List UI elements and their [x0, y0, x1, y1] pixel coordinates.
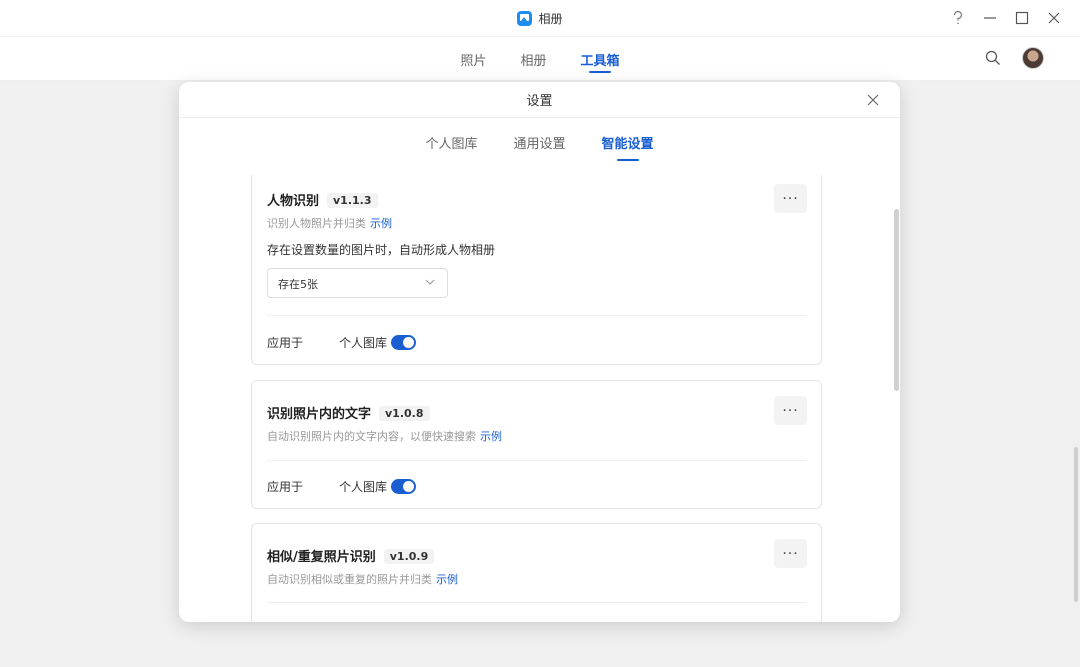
- card-title: 人物识别: [267, 194, 320, 209]
- library-toggle[interactable]: [391, 335, 417, 350]
- tab-smart-settings[interactable]: 智能设置: [602, 118, 654, 160]
- chevron-down-icon: [425, 277, 435, 287]
- help-icon[interactable]: [950, 8, 966, 28]
- minimize-icon[interactable]: [982, 8, 998, 28]
- card-description-text: 自动识别照片内的文字内容，以便快速搜索: [267, 430, 476, 443]
- card-header: 识别照片内的文字 v1.0.8 自动识别照片内的文字内容，以便快速搜索 示例: [267, 403, 502, 444]
- nav-tab-photos[interactable]: 照片: [460, 37, 486, 81]
- photos-app-icon: [517, 10, 533, 26]
- main-nav-tabs: 照片 相册 工具箱: [0, 37, 1080, 81]
- card-header: 人物识别 v1.1.3 识别人物照片并归类 示例: [267, 190, 392, 231]
- photo-count-select-value: 存在5张: [278, 278, 318, 291]
- auto-album-label: 存在设置数量的图片时，自动形成人物相册: [267, 243, 496, 257]
- user-avatar[interactable]: [1022, 47, 1044, 69]
- dialog-header: 设置: [179, 82, 900, 118]
- version-badge: v1.1.3: [327, 193, 378, 208]
- window-title: 相册: [538, 11, 563, 26]
- nav-tab-toolbox[interactable]: 工具箱: [581, 37, 620, 81]
- page-scrollbar[interactable]: [1074, 447, 1078, 602]
- example-link[interactable]: 示例: [480, 430, 502, 443]
- nav-tab-albums[interactable]: 相册: [520, 37, 546, 81]
- dialog-body: 人物识别 v1.1.3 识别人物照片并归类 示例 ··· 存在设置数量的图片时，自动…: [179, 175, 900, 622]
- window-title-group: 相册: [517, 10, 563, 27]
- window-titlebar: 相册: [0, 0, 1080, 37]
- apply-row: 应用于 个人图库: [267, 478, 417, 495]
- card-text-recognition: 识别照片内的文字 v1.0.8 自动识别照片内的文字内容，以便快速搜索 示例 ···…: [251, 380, 822, 509]
- dialog-scrollbar[interactable]: [894, 209, 899, 391]
- version-badge: v1.0.9: [383, 549, 435, 564]
- card-description-text: 自动识别相似或重复的照片并归类: [267, 573, 432, 586]
- window-controls: [950, 8, 1062, 28]
- more-options-button[interactable]: ···: [774, 184, 807, 213]
- card-header: 相似/重复照片识别 v1.0.9 自动识别相似或重复的照片并归类 示例: [267, 546, 458, 587]
- card-description-text: 识别人物照片并归类: [267, 217, 366, 230]
- card-title: 相似/重复照片识别: [267, 550, 376, 565]
- library-label: 个人图库: [339, 480, 388, 494]
- card-person-recognition: 人物识别 v1.1.3 识别人物照片并归类 示例 ··· 存在设置数量的图片时，自动…: [251, 175, 822, 365]
- divider: [267, 315, 806, 316]
- main-nav: 照片 相册 工具箱: [0, 37, 1080, 81]
- apply-label: 应用于: [267, 480, 304, 494]
- dialog-close-icon[interactable]: [866, 92, 880, 106]
- divider: [267, 602, 806, 603]
- card-duplicate-recognition: 相似/重复照片识别 v1.0.9 自动识别相似或重复的照片并归类 示例 ···: [251, 523, 822, 622]
- card-description: 识别人物照片并归类 示例: [267, 215, 392, 231]
- card-description: 自动识别相似或重复的照片并归类 示例: [267, 571, 458, 587]
- library-toggle[interactable]: [391, 479, 417, 494]
- example-link[interactable]: 示例: [370, 217, 392, 230]
- dialog-title: 设置: [526, 94, 553, 109]
- card-description: 自动识别照片内的文字内容，以便快速搜索 示例: [267, 428, 502, 444]
- dialog-tabs: 个人图库 通用设置 智能设置: [179, 118, 900, 160]
- more-options-button[interactable]: ···: [774, 539, 807, 568]
- example-link[interactable]: 示例: [436, 573, 458, 586]
- photo-count-select[interactable]: 存在5张: [267, 268, 448, 298]
- tab-general-settings[interactable]: 通用设置: [513, 118, 565, 160]
- library-label: 个人图库: [339, 336, 388, 350]
- more-options-button[interactable]: ···: [774, 396, 807, 425]
- card-title: 识别照片内的文字: [267, 407, 372, 422]
- version-badge: v1.0.8: [379, 406, 430, 421]
- maximize-icon[interactable]: [1014, 8, 1030, 28]
- tab-personal-library[interactable]: 个人图库: [425, 118, 477, 160]
- search-icon[interactable]: [985, 50, 1001, 66]
- close-icon[interactable]: [1046, 8, 1062, 28]
- apply-row: 应用于 个人图库: [267, 334, 417, 351]
- settings-dialog: 设置 个人图库 通用设置 智能设置 人物识别 v1.1.3 识别人物照片并归类 示例…: [179, 82, 900, 622]
- divider: [267, 460, 806, 461]
- apply-label: 应用于: [267, 336, 304, 350]
